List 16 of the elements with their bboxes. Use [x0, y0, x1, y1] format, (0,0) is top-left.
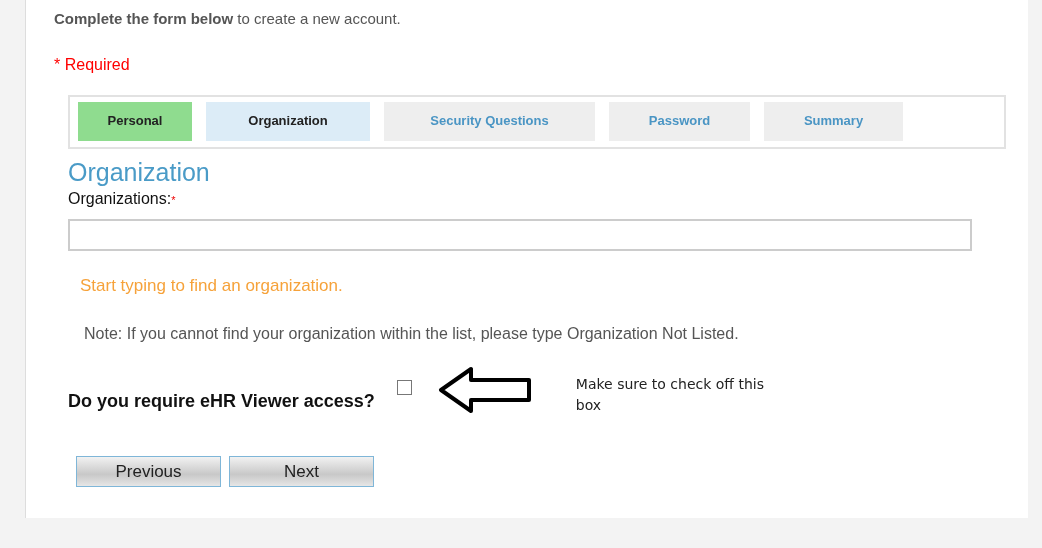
- required-mark: *: [171, 193, 176, 206]
- checkbox[interactable]: [396, 380, 412, 395]
- nav-button[interactable]: Next: [229, 456, 374, 487]
- nav-button[interactable]: Previous: [76, 456, 221, 487]
- section-title: Organization: [68, 156, 211, 187]
- intro-text: Complete the form below to create a new account.: [54, 9, 402, 29]
- step-tab[interactable]: Organization: [206, 101, 370, 141]
- arrow-icon: [437, 366, 532, 414]
- question-label: Do you require eHR Viewer access?: [68, 390, 375, 413]
- required-note: * Required: [54, 54, 131, 75]
- hint-text: Start typing to find an organization.: [80, 274, 344, 297]
- annotation-text: Make sure to check off this box: [575, 375, 765, 415]
- organizations-input[interactable]: [68, 218, 972, 251]
- field-label: Organizations:*: [68, 188, 177, 209]
- step-tab[interactable]: Personal: [78, 101, 192, 141]
- note-text: Note: If you cannot find your organization within the list, please type Organization Not Listed.: [84, 324, 740, 344]
